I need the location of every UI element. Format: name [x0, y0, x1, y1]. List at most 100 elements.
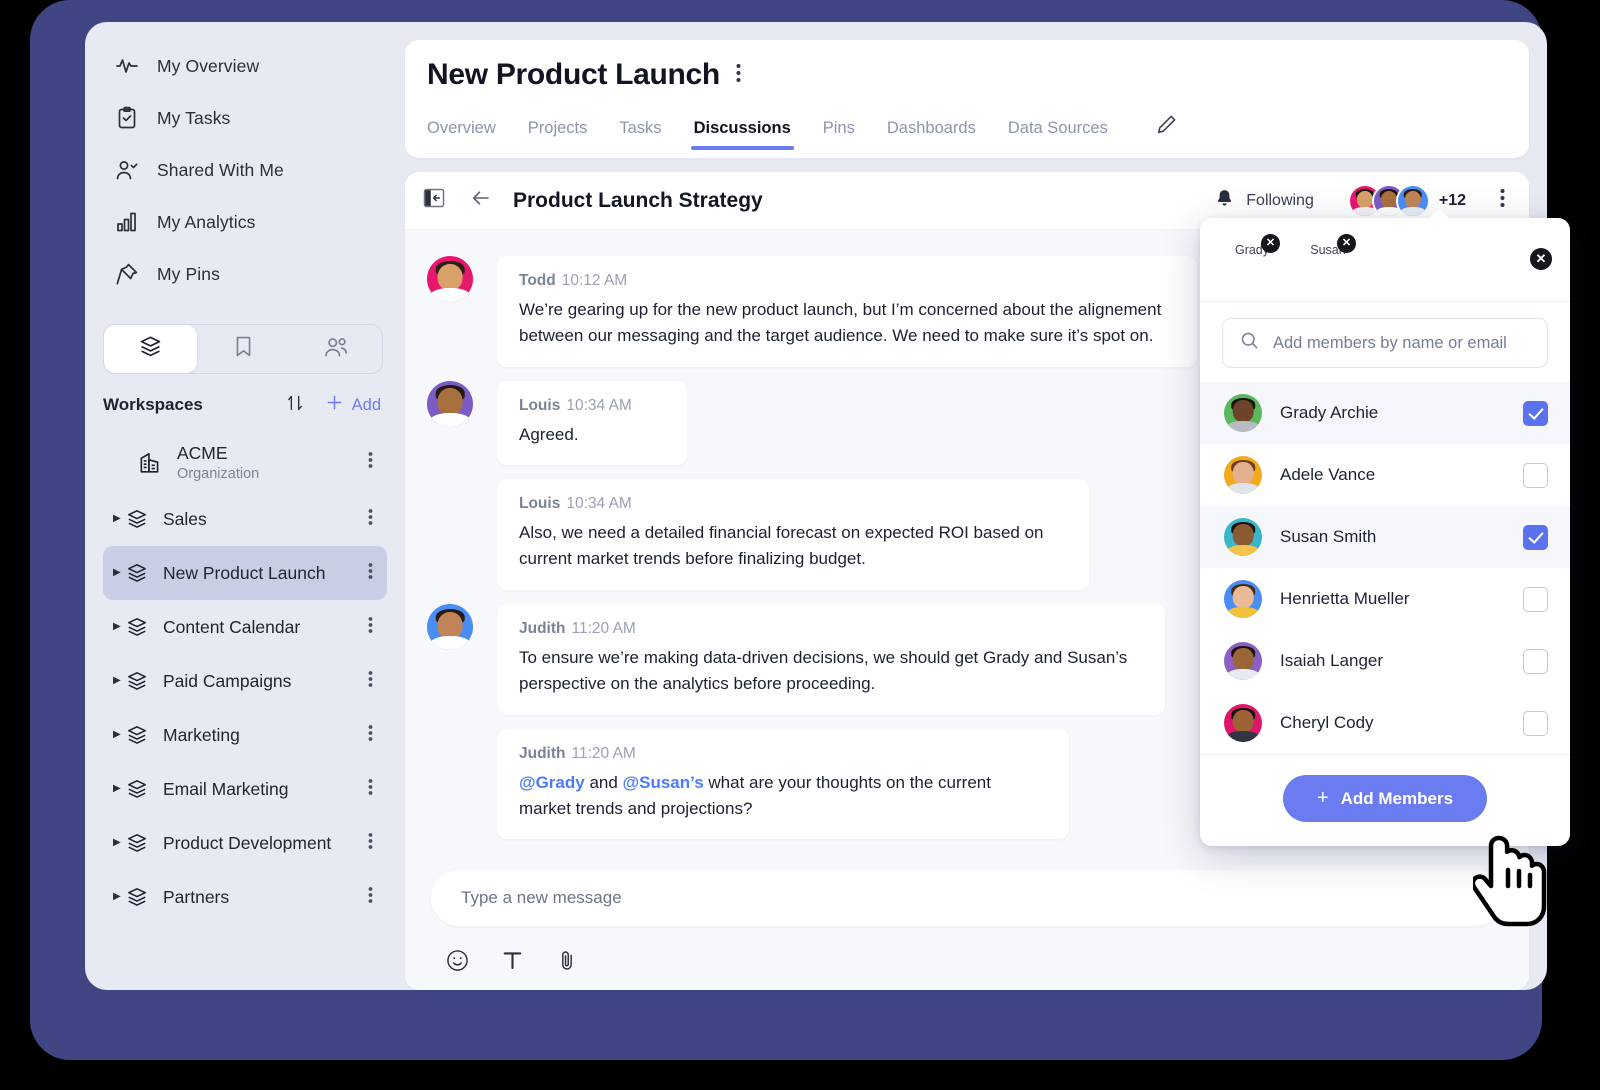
- member-row-isaiah-langer[interactable]: Isaiah Langer: [1200, 630, 1570, 692]
- mention-susan[interactable]: @Susan’s: [623, 773, 704, 792]
- member-name: Henrietta Mueller: [1280, 589, 1410, 608]
- remove-chip-icon[interactable]: ✕: [1337, 234, 1356, 253]
- tab-discussions[interactable]: Discussions: [690, 119, 795, 150]
- workspace-more-icon[interactable]: [368, 615, 373, 640]
- message-bubble[interactable]: Judith 11:20 AM To ensure we’re making da…: [497, 604, 1165, 715]
- workspace-row-partners[interactable]: ▶ Partners: [103, 870, 387, 924]
- sidebar-tab-bookmarks[interactable]: [197, 325, 290, 373]
- sidebar-item-label: My Tasks: [157, 107, 231, 128]
- mention-grady[interactable]: @Grady: [519, 773, 585, 792]
- sidebar-item-label: My Pins: [157, 263, 220, 284]
- workspace-more-icon[interactable]: [368, 450, 373, 475]
- arrow-left-icon[interactable]: [469, 186, 493, 215]
- layers-icon: [125, 885, 149, 909]
- attachment-icon[interactable]: [555, 948, 580, 978]
- discussion-more-icon[interactable]: [1500, 187, 1505, 214]
- message-bubble[interactable]: Judith 11:20 AM @Grady and @Susan’s what …: [497, 728, 1069, 840]
- sidebar-item-my-pins[interactable]: My Pins: [85, 248, 405, 300]
- workspace-row-sales[interactable]: ▶ Sales: [103, 492, 387, 546]
- member-row-susan-smith[interactable]: Susan Smith: [1200, 506, 1570, 568]
- avatar: [427, 380, 473, 427]
- close-icon[interactable]: ✕: [1530, 248, 1552, 270]
- workspace-row-new-product-launch[interactable]: ▶ New Product Launch: [103, 546, 387, 600]
- tab-data-sources[interactable]: Data Sources: [1008, 119, 1108, 150]
- sidebar-item-label: Shared With Me: [157, 159, 284, 180]
- caret-right-icon[interactable]: ▶: [113, 838, 125, 848]
- workspace-row-marketing[interactable]: ▶ Marketing: [103, 708, 387, 762]
- sort-arrows-icon[interactable]: [284, 392, 306, 419]
- page-tabs: Overview Projects Tasks Discussions Pins…: [427, 106, 1499, 150]
- add-members-button[interactable]: + Add Members: [1282, 775, 1488, 822]
- pencil-icon[interactable]: [1154, 113, 1178, 150]
- collapse-panel-icon[interactable]: [423, 187, 445, 214]
- pin-icon: [115, 262, 139, 286]
- tab-dashboards[interactable]: Dashboards: [887, 119, 976, 150]
- layers-icon: [125, 615, 149, 639]
- caret-right-icon[interactable]: ▶: [113, 730, 125, 740]
- popup-footer: + Add Members: [1200, 754, 1570, 846]
- member-checkbox[interactable]: [1523, 648, 1548, 674]
- member-checkbox[interactable]: [1523, 462, 1548, 488]
- message-text-middle: and: [584, 772, 623, 792]
- sidebar-item-shared-with-me[interactable]: Shared With Me: [85, 144, 405, 196]
- page-more-icon[interactable]: [736, 62, 741, 89]
- emoji-icon[interactable]: [445, 948, 470, 978]
- caret-right-icon[interactable]: ▶: [113, 892, 125, 902]
- sidebar-item-label: My Overview: [157, 55, 260, 76]
- workspace-more-icon[interactable]: [368, 885, 373, 910]
- member-search-field[interactable]: Add members by name or email: [1222, 318, 1548, 368]
- remove-chip-icon[interactable]: ✕: [1261, 234, 1280, 253]
- caret-right-icon[interactable]: ▶: [113, 784, 125, 794]
- text-format-icon[interactable]: [500, 948, 525, 978]
- member-row-cheryl-cody[interactable]: Cheryl Cody: [1200, 692, 1570, 754]
- sidebar-item-my-overview[interactable]: My Overview: [85, 40, 405, 92]
- message-author: Louis: [519, 495, 561, 513]
- message-bubble[interactable]: Louis 10:34 AM Agreed.: [497, 380, 687, 466]
- workspace-row-paid-campaigns[interactable]: ▶ Paid Campaigns: [103, 654, 387, 708]
- sidebar-tab-people[interactable]: [289, 325, 382, 373]
- add-workspace-button[interactable]: Add: [324, 392, 381, 418]
- member-row-henrietta-mueller[interactable]: Henrietta Mueller: [1200, 568, 1570, 630]
- sidebar-item-my-tasks[interactable]: My Tasks: [85, 92, 405, 144]
- workspace-more-icon[interactable]: [368, 669, 373, 694]
- tab-tasks[interactable]: Tasks: [619, 119, 661, 150]
- message-text: Agreed.: [519, 424, 579, 444]
- tab-projects[interactable]: Projects: [528, 119, 588, 150]
- caret-right-icon[interactable]: ▶: [113, 622, 125, 632]
- member-checkbox[interactable]: [1523, 524, 1548, 550]
- sidebar-item-my-analytics[interactable]: My Analytics: [85, 196, 405, 248]
- tab-overview[interactable]: Overview: [427, 119, 496, 150]
- message-input[interactable]: Type a new message: [431, 870, 1503, 926]
- workspace-more-icon[interactable]: [368, 561, 373, 586]
- workspace-row-email-marketing[interactable]: ▶ Email Marketing: [103, 762, 387, 816]
- caret-right-icon[interactable]: ▶: [113, 568, 125, 578]
- message-bubble[interactable]: Todd 10:12 AM We’re gearing up for the ne…: [497, 256, 1197, 367]
- member-checkbox[interactable]: [1523, 710, 1548, 736]
- member-checkbox[interactable]: [1523, 400, 1548, 426]
- sidebar-tab-layers[interactable]: [104, 325, 197, 373]
- workspace-more-icon[interactable]: [368, 831, 373, 856]
- workspace-more-icon[interactable]: [368, 723, 373, 748]
- workspace-row-content-calendar[interactable]: ▶ Content Calendar: [103, 600, 387, 654]
- member-row-grady-archie[interactable]: Grady Archie: [1200, 382, 1570, 444]
- workspace-row-acme[interactable]: ACME Organization: [103, 432, 387, 492]
- sidebar-item-label: My Analytics: [157, 211, 256, 232]
- device-frame: My Overview My Tasks Shared With Me My A…: [30, 0, 1570, 1060]
- workspace-name: Content Calendar: [163, 616, 301, 637]
- caret-right-icon[interactable]: ▶: [113, 676, 125, 686]
- bookmark-icon: [231, 334, 256, 364]
- message-time: 10:12 AM: [561, 272, 628, 289]
- following-toggle[interactable]: Following: [1214, 188, 1314, 214]
- message-bubble[interactable]: Louis 10:34 AM Also, we need a detailed f…: [497, 479, 1089, 591]
- tab-pins[interactable]: Pins: [823, 119, 855, 150]
- workspace-name: Marketing: [163, 724, 240, 745]
- add-members-label: Add Members: [1340, 788, 1454, 808]
- workspace-more-icon[interactable]: [368, 507, 373, 532]
- add-workspace-label: Add: [351, 395, 381, 414]
- workspace-more-icon[interactable]: [368, 777, 373, 802]
- member-checkbox[interactable]: [1523, 586, 1548, 612]
- caret-right-icon[interactable]: ▶: [113, 514, 125, 524]
- sidebar-tab-strip: [103, 324, 383, 374]
- workspace-row-product-development[interactable]: ▶ Product Development: [103, 816, 387, 870]
- member-row-adele-vance[interactable]: Adele Vance: [1200, 444, 1570, 506]
